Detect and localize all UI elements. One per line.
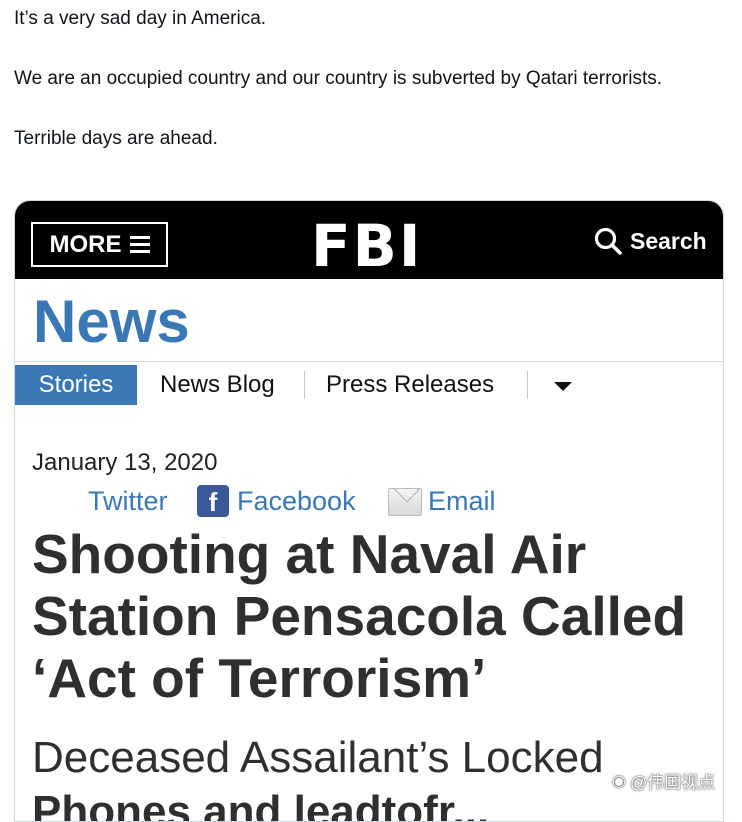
share-facebook-link[interactable]: Facebook [237, 484, 356, 518]
tab-news-blog[interactable]: News Blog [160, 365, 275, 405]
tab-stories[interactable]: Stories [15, 365, 137, 405]
share-twitter-link[interactable]: Twitter [88, 484, 168, 518]
tab-separator [527, 371, 528, 399]
section-tabs: Stories News Blog Press Releases [15, 365, 723, 405]
section-title: News [33, 288, 190, 355]
more-menu-button[interactable]: MORE [31, 222, 168, 267]
tab-press-releases[interactable]: Press Releases [326, 365, 494, 405]
search-button[interactable]: Search [594, 227, 707, 255]
email-icon[interactable] [388, 488, 422, 516]
fbi-header: MORE FBI Search [15, 201, 723, 279]
more-label: MORE [49, 230, 122, 258]
hamburger-icon [129, 236, 150, 253]
fbi-logo[interactable]: FBI [311, 214, 422, 278]
search-icon [594, 227, 622, 255]
article-headline: Shooting at Naval Air Station Pensacola … [32, 523, 687, 709]
article-date: January 13, 2020 [32, 449, 218, 476]
facebook-icon[interactable]: f [197, 485, 229, 517]
watermark-text: @伟国视点 [629, 773, 716, 792]
chevron-down-icon[interactable] [554, 382, 572, 391]
tweet-line-1: It’s a very sad day in America. [14, 8, 267, 29]
tweet-text: It’s a very sad day in America. We are a… [14, 4, 714, 154]
tab-separator [304, 371, 305, 399]
divider [15, 361, 723, 362]
tweet-line-3: Terrible days are ahead. [14, 128, 218, 149]
attached-image-card[interactable]: MORE FBI Search News Stories News Blog P… [14, 200, 724, 822]
share-email-link[interactable]: Email [428, 484, 496, 518]
subheadline-line: Deceased Assailant’s Locked [32, 733, 604, 782]
weibo-icon: ◉ [612, 772, 626, 790]
tweet-line-2: We are an occupied country and our count… [14, 68, 663, 89]
search-label: Search [630, 227, 707, 254]
watermark: ◉ @伟国视点 [612, 768, 715, 793]
